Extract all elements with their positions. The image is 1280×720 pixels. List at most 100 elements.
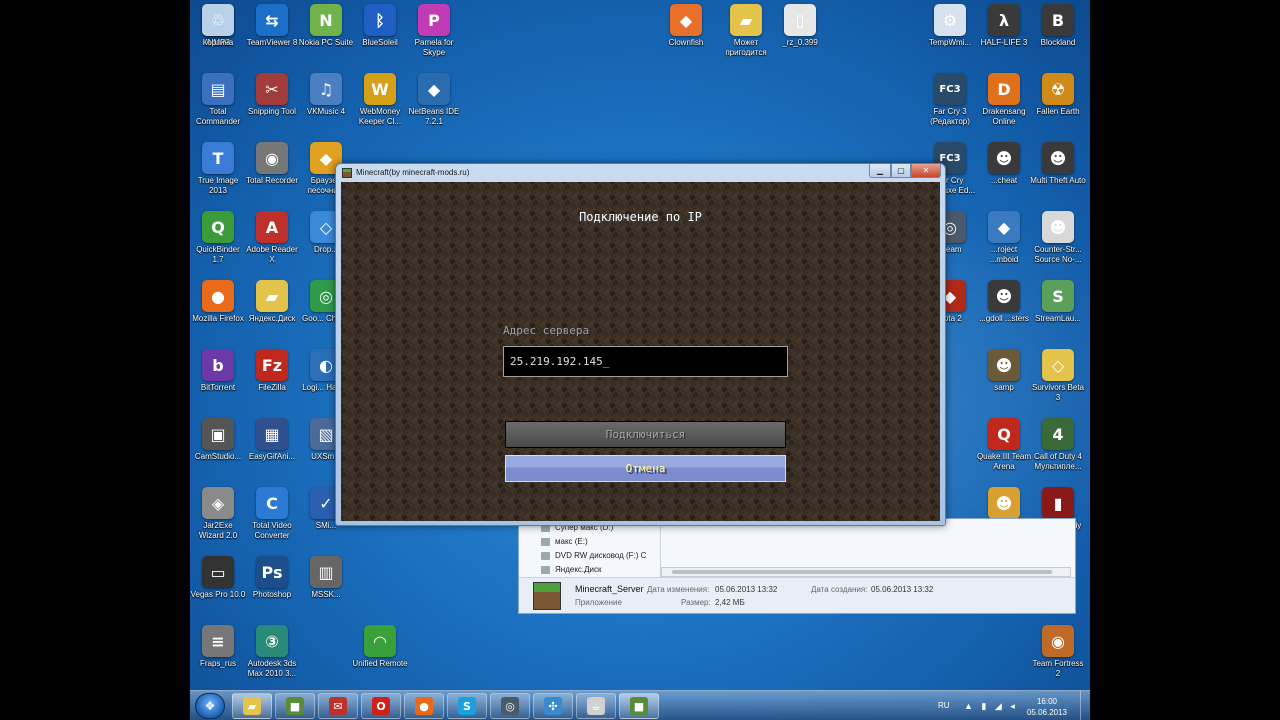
desktop-icon-label: Может пригодится — [725, 38, 767, 57]
desktop-icon[interactable]: ᛒ BlueSoleil — [352, 4, 408, 48]
navigation-pane: Супер макс (D:) макс (E:) DVD RW дисково… — [533, 521, 663, 583]
taskbar-button[interactable]: O — [361, 693, 401, 719]
settings-file-icon: ⚙ — [934, 4, 966, 36]
desktop-icon[interactable]: ♫ VKMusic 4 — [298, 73, 354, 117]
taskbar-button[interactable]: ☕ — [576, 693, 616, 719]
3dsmax-icon: ③ — [256, 625, 288, 657]
desktop-icon[interactable]: ▤ Total Commander — [190, 73, 246, 127]
taskbar-button[interactable]: ▰ — [232, 693, 272, 719]
desktop-icon-label: StreamLau... — [1035, 314, 1081, 323]
desktop-icon[interactable]: Fz FileZilla — [244, 349, 300, 393]
pamela-icon: P — [418, 4, 450, 36]
desktop-icon-label: VKMusic 4 — [306, 107, 346, 116]
taskbar-button[interactable]: S — [447, 693, 487, 719]
desktop-icon[interactable]: ⚙ TempWmi... — [922, 4, 978, 48]
taskbar-button[interactable]: ✉ — [318, 693, 358, 719]
show-desktop-button[interactable] — [1080, 691, 1090, 720]
desktop-icon[interactable]: T True Image 2013 — [190, 142, 246, 196]
trueimage-icon: T — [202, 142, 234, 174]
nav-item-drive-e[interactable]: макс (E:) — [533, 535, 663, 549]
cancel-button[interactable]: Отмена — [505, 455, 786, 482]
desktop-icon[interactable]: FC3 Far Cry 3 (Редактор) — [922, 73, 978, 127]
taskbar-button[interactable]: ✣ — [533, 693, 573, 719]
desktop-icon[interactable]: N Nokia PC Suite — [298, 4, 354, 48]
scroll-thumb[interactable] — [672, 570, 1052, 574]
desktop-icon[interactable]: ◇ Survivors Beta 3 — [1030, 349, 1086, 403]
desktop-icon[interactable]: P Pamela for Skype — [406, 4, 462, 58]
desktop-icon[interactable]: ● Mozilla Firefox — [190, 280, 246, 324]
desktop-icon[interactable]: C Total Video Converter — [244, 487, 300, 541]
desktop-icon[interactable]: λ HALF-LIFE 3 — [976, 4, 1032, 48]
desktop-icon-label: Mozilla Firefox — [192, 314, 244, 323]
language-indicator[interactable]: RU — [938, 701, 950, 710]
taskbar-button[interactable]: ◎ — [490, 693, 530, 719]
desktop-icon[interactable]: b BitTorrent — [190, 349, 246, 393]
desktop-icon[interactable]: ☢ Fallen Earth — [1030, 73, 1086, 117]
desktop-icon[interactable]: B Blockland — [1030, 4, 1086, 48]
desktop-icon-label: Fraps_rus — [199, 659, 236, 668]
nav-item-dvd-drive[interactable]: DVD RW дисковод (F:) C — [533, 549, 663, 563]
desktop-icon[interactable]: ③ Autodesk 3ds Max 2010 3... — [244, 625, 300, 679]
size-value: 2,42 МБ — [715, 598, 745, 607]
taskbar-button[interactable]: ■ — [619, 693, 659, 719]
desktop-icon[interactable]: ◆ Clownfish — [658, 4, 714, 48]
start-button[interactable]: ❖ — [195, 693, 225, 719]
close-button[interactable]: ✕ — [911, 164, 941, 178]
desktop-icon[interactable]: ▦ EasyGifAni... — [244, 418, 300, 462]
desktop-icon[interactable]: ▰ Яндекс.Диск — [244, 280, 300, 324]
maximize-button[interactable]: ▢ — [891, 164, 911, 178]
horizontal-scrollbar[interactable] — [661, 567, 1071, 577]
desktop-icon[interactable]: ⇆ TeamViewer 8 — [244, 4, 300, 48]
tray-icons[interactable]: ▲ ▮ ◢ ◂ — [964, 701, 1018, 712]
halflife-icon: λ — [988, 4, 1020, 36]
desktop-icon[interactable]: ☻ samp — [976, 349, 1032, 393]
desktop-icon[interactable]: ◆ ...roject ...mboid — [976, 211, 1032, 265]
cancel-label: Отмена — [625, 462, 666, 475]
desktop-icon[interactable]: ☻ ...gdoll ...sters — [976, 280, 1032, 324]
taskbar-button[interactable]: ■ — [275, 693, 315, 719]
desktop-icon[interactable]: ◉ Team Fortress 2 — [1030, 625, 1086, 679]
desktop-icon-label: QuickBinder 1.7 — [196, 245, 240, 264]
desktop-icon[interactable]: ≡ Fraps_rus — [190, 625, 246, 669]
server-address-input[interactable]: 25.219.192.145_ — [503, 346, 788, 377]
desktop-icon[interactable]: ▣ CamStudio... — [190, 418, 246, 462]
desktop-icon[interactable]: ▭ Vegas Pro 10.0 — [190, 556, 246, 600]
adobe-reader-icon: A — [256, 211, 288, 243]
minimize-button[interactable]: ▁ — [869, 164, 891, 178]
desktop-icon[interactable]: ▯ _rz_0.399 — [772, 4, 828, 48]
desktop-icon[interactable]: ◉ Total Recorder — [244, 142, 300, 186]
desktop-icon[interactable]: Q QuickBinder 1.7 — [190, 211, 246, 265]
desktop-icon[interactable]: D Drakensang Online — [976, 73, 1032, 127]
counterstrike-icon: ☻ — [1042, 211, 1074, 243]
desktop-icon[interactable]: 4 Call of Duty 4 Мультипле... — [1030, 418, 1086, 472]
desktop-icon[interactable]: Q Quake III Team Arena — [976, 418, 1032, 472]
desktop-icon-label: Total Recorder — [245, 176, 299, 185]
desktop-icon[interactable]: ☻ ...cheat — [976, 142, 1032, 186]
bluetooth-icon: ᛒ — [364, 4, 396, 36]
nav-item-yandex-disk[interactable]: Яндекс.Диск — [533, 563, 663, 577]
desktop-icon[interactable]: ▥ MSSK... — [298, 556, 354, 600]
desktop-icon[interactable]: ▰ Может пригодится — [718, 4, 774, 58]
desktop-icon[interactable]: A Adobe Reader X — [244, 211, 300, 265]
clock-time: 16:00 — [1036, 697, 1058, 706]
window-titlebar[interactable]: Minecraft(by minecraft-mods.ru) — [336, 164, 945, 182]
desktop-icon[interactable]: ✂ Snipping Tool — [244, 73, 300, 117]
clock[interactable]: 16:00 05.06.2013 — [1022, 696, 1072, 718]
desktop-icon-label: BlueSoleil — [362, 38, 398, 47]
desktop-icon[interactable]: ☻ Counter-Str... Source No-... — [1030, 211, 1086, 265]
desktop-icon[interactable]: ◠ Unified Remote — [352, 625, 408, 669]
desktop-icon[interactable]: ◈ Jar2Exe Wizard 2.0 — [190, 487, 246, 541]
desktop-icon[interactable]: ☻ Multi Theft Auto — [1030, 142, 1086, 186]
desktop-icon[interactable]: ♲ Корзина — [190, 4, 246, 48]
desktop-icon[interactable]: W WebMoney Keeper Cl... — [352, 73, 408, 127]
quickbinder-icon: Q — [202, 211, 234, 243]
connect-button[interactable]: Подключиться — [505, 421, 786, 448]
desktop-icon[interactable]: ◆ NetBeans IDE 7.2.1 — [406, 73, 462, 127]
jar2exe-icon: ◈ — [202, 487, 234, 519]
desktop-icon[interactable]: Ps Photoshop — [244, 556, 300, 600]
taskbar-button[interactable]: ● — [404, 693, 444, 719]
total-commander-icon: ▤ — [202, 73, 234, 105]
desktop-icon-label: Nokia PC Suite — [298, 38, 354, 47]
desktop-icon[interactable]: S StreamLau... — [1030, 280, 1086, 324]
desktop-icon-label: HALF-LIFE 3 — [980, 38, 1028, 47]
